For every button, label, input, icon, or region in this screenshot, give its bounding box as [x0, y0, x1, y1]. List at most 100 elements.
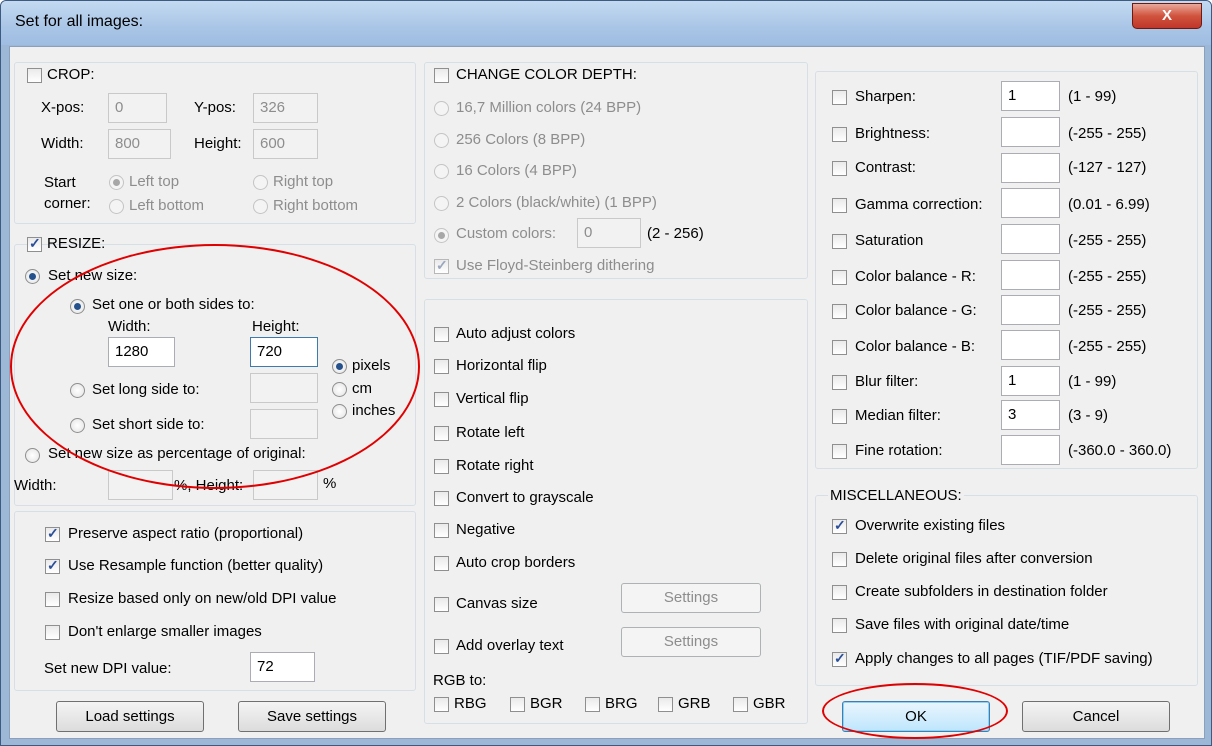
long-side-radio[interactable] [70, 383, 85, 398]
fine-rotation-field[interactable] [1001, 435, 1060, 465]
close-button[interactable]: X [1132, 3, 1202, 29]
pct-height-field[interactable] [253, 470, 318, 500]
dither-checkbox[interactable] [434, 257, 449, 274]
brightness-field[interactable] [1001, 117, 1060, 147]
crop-height-field[interactable]: 600 [253, 129, 318, 159]
blur-filter-field[interactable]: 1 [1001, 366, 1060, 396]
corner-right-top-radio[interactable] [253, 175, 268, 190]
rgb-grb-checkbox[interactable] [658, 697, 673, 712]
dpi-based-checkbox[interactable] [45, 592, 60, 607]
percentage-radio[interactable] [25, 448, 40, 463]
dpi-value-field[interactable]: 72 [250, 652, 315, 682]
delete-original-checkbox[interactable] [832, 552, 847, 567]
custom-colors-field[interactable]: 0 [577, 218, 641, 248]
load-settings-button[interactable]: Load settings [56, 701, 204, 732]
rgb-bgr-checkbox[interactable] [510, 697, 525, 712]
overlay-text-checkbox[interactable] [434, 639, 449, 654]
unit-pixels-radio[interactable] [332, 359, 347, 374]
auto-crop-checkbox[interactable] [434, 556, 449, 571]
gamma-checkbox[interactable] [832, 198, 847, 213]
sharpen-field[interactable]: 1 [1001, 81, 1060, 111]
color-balance-r-field[interactable] [1001, 260, 1060, 290]
title-bar[interactable]: Set for all images: X [1, 1, 1211, 45]
original-date-checkbox[interactable] [832, 618, 847, 633]
long-side-field[interactable] [250, 373, 318, 403]
rgb-gbr-checkbox[interactable] [733, 697, 748, 712]
crop-checkbox[interactable] [27, 68, 42, 83]
fine-rotation-checkbox[interactable] [832, 444, 847, 459]
color-balance-b-checkbox[interactable] [832, 340, 847, 355]
pct-width-label: Width: [14, 477, 57, 494]
corner-left-bottom-radio[interactable] [109, 199, 124, 214]
saturation-checkbox[interactable] [832, 234, 847, 249]
grayscale-checkbox[interactable] [434, 491, 449, 506]
hflip-checkbox[interactable] [434, 359, 449, 374]
color-balance-g-field[interactable] [1001, 295, 1060, 325]
short-side-field[interactable] [250, 409, 318, 439]
median-filter-field[interactable]: 3 [1001, 400, 1060, 430]
color-balance-b-field[interactable] [1001, 330, 1060, 360]
dither-label: Use Floyd-Steinberg dithering [456, 257, 655, 274]
short-side-radio[interactable] [70, 418, 85, 433]
depth-8-radio[interactable] [434, 133, 449, 148]
resize-width-field[interactable]: 1280 [108, 337, 175, 367]
dont-enlarge-checkbox[interactable] [45, 625, 60, 640]
auto-crop-label: Auto crop borders [456, 554, 576, 571]
rgb-rbg-checkbox[interactable] [434, 697, 449, 712]
median-filter-checkbox[interactable] [832, 409, 847, 424]
color-balance-g-checkbox[interactable] [832, 304, 847, 319]
color-balance-r-checkbox[interactable] [832, 270, 847, 285]
vflip-checkbox[interactable] [434, 392, 449, 407]
cancel-button[interactable]: Cancel [1022, 701, 1170, 732]
unit-inches-radio[interactable] [332, 404, 347, 419]
sharpen-range: (1 - 99) [1068, 88, 1117, 105]
ok-button[interactable]: OK [842, 701, 990, 732]
pct-width-field[interactable] [108, 470, 173, 500]
rotate-right-checkbox[interactable] [434, 459, 449, 474]
crop-y-field[interactable]: 326 [253, 93, 318, 123]
negative-checkbox[interactable] [434, 523, 449, 538]
save-settings-button[interactable]: Save settings [238, 701, 386, 732]
resample-label: Use Resample function (better quality) [68, 557, 324, 574]
all-pages-checkbox[interactable] [832, 650, 847, 667]
gamma-field[interactable] [1001, 188, 1060, 218]
auto-adjust-label: Auto adjust colors [456, 325, 576, 342]
overwrite-checkbox[interactable] [832, 517, 847, 534]
crop-width-field[interactable]: 800 [108, 129, 171, 159]
preserve-aspect-checkbox[interactable] [45, 525, 60, 542]
resize-checkbox[interactable] [27, 235, 42, 252]
long-side-label: Set long side to: [92, 381, 200, 398]
contrast-checkbox[interactable] [832, 161, 847, 176]
crop-height-label: Height: [194, 135, 242, 152]
resize-height-field[interactable]: 720 [250, 337, 318, 367]
subfolders-checkbox[interactable] [832, 585, 847, 600]
depth-4-radio[interactable] [434, 164, 449, 179]
corner-left-top-radio[interactable] [109, 175, 124, 190]
canvas-size-checkbox[interactable] [434, 597, 449, 612]
auto-adjust-checkbox[interactable] [434, 327, 449, 342]
blur-filter-checkbox[interactable] [832, 375, 847, 390]
crop-x-field[interactable]: 0 [108, 93, 167, 123]
rotate-left-checkbox[interactable] [434, 426, 449, 441]
depth-24-radio[interactable] [434, 101, 449, 116]
short-side-label: Set short side to: [92, 416, 205, 433]
one-or-both-radio[interactable] [70, 299, 85, 314]
resample-checkbox[interactable] [45, 557, 60, 574]
resize-width-label: Width: [108, 318, 151, 335]
contrast-field[interactable] [1001, 153, 1060, 183]
blur-filter-label: Blur filter: [855, 373, 919, 390]
color-depth-checkbox[interactable] [434, 68, 449, 83]
dont-enlarge-label: Don't enlarge smaller images [68, 623, 262, 640]
sharpen-checkbox[interactable] [832, 90, 847, 105]
rgb-brg-checkbox[interactable] [585, 697, 600, 712]
canvas-settings-button[interactable]: Settings [621, 583, 761, 613]
corner-right-bottom-radio[interactable] [253, 199, 268, 214]
depth-1-radio[interactable] [434, 196, 449, 211]
window-title: Set for all images: [15, 13, 144, 30]
unit-cm-radio[interactable] [332, 382, 347, 397]
set-new-size-radio[interactable] [25, 269, 40, 284]
depth-custom-radio[interactable] [434, 228, 449, 243]
saturation-field[interactable] [1001, 224, 1060, 254]
brightness-checkbox[interactable] [832, 127, 847, 142]
overlay-settings-button[interactable]: Settings [621, 627, 761, 657]
